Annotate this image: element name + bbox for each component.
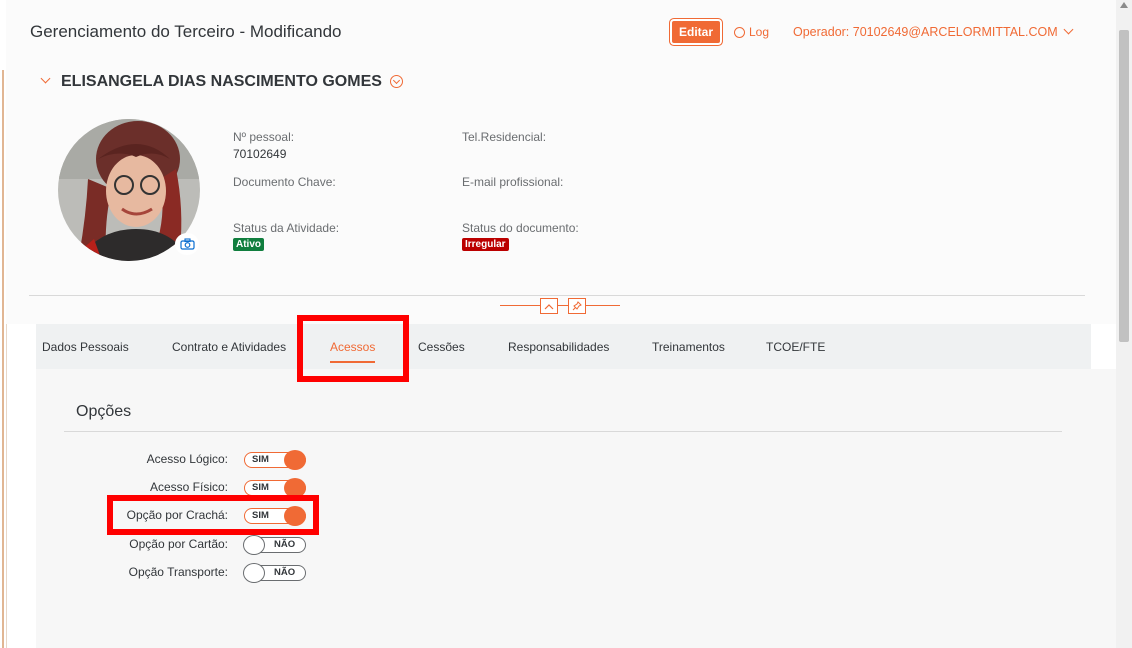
key-document-field: Documento Chave:	[233, 175, 336, 189]
header-divider-accent	[500, 305, 620, 306]
scroll-thumb[interactable]	[1119, 30, 1129, 342]
chevron-down-icon	[1063, 24, 1074, 35]
switch-state: NÃO	[274, 539, 296, 550]
work-email-label: E-mail profissional:	[462, 175, 564, 189]
left-edge-accent	[2, 70, 4, 648]
camera-button[interactable]	[175, 233, 199, 255]
operator-menu[interactable]: Operador: 70102649@ARCELORMITTAL.COM	[793, 24, 1074, 39]
activity-status-badge: Ativo	[233, 238, 264, 251]
activity-status-field: Status da Atividade: Ativo	[233, 221, 339, 251]
collapse-header-button[interactable]	[540, 298, 558, 314]
page-title: Gerenciamento do Terceiro - Modificando	[30, 22, 342, 41]
log-link[interactable]: Log	[734, 25, 769, 39]
header-divider	[29, 295, 1085, 296]
document-status-field: Status do documento: Irregular	[462, 221, 579, 251]
personal-number-label: Nº pessoal:	[233, 130, 295, 144]
opcao-cartao-switch[interactable]: NÃO	[243, 535, 306, 555]
toggle-label: Opção por Cartão:	[129, 537, 228, 551]
tab-dados-pessoais[interactable]: Dados Pessoais	[42, 324, 129, 369]
opcao-transporte-switch[interactable]: NÃO	[243, 563, 306, 583]
pin-header-button[interactable]	[568, 298, 586, 314]
person-name: ELISANGELA DIAS NASCIMENTO GOMES	[61, 73, 382, 90]
toggle-label: Acesso Lógico:	[146, 452, 228, 466]
toggle-label: Acesso Físico:	[149, 480, 228, 494]
tab-treinamentos[interactable]: Treinamentos	[652, 324, 725, 369]
home-phone-field: Tel.Residencial:	[462, 130, 546, 144]
toggle-row-acesso-logico: Acesso Lógico: SIM	[40, 450, 340, 470]
tab-bar: Dados Pessoais Contrato e Atividades Ace…	[36, 324, 1091, 369]
camera-icon	[179, 238, 195, 250]
user-search-icon	[734, 27, 745, 38]
log-label: Log	[749, 25, 770, 39]
switch-state: NÃO	[274, 567, 296, 578]
scrollbar[interactable]	[1116, 0, 1132, 648]
section-title: Opções	[76, 403, 132, 420]
document-status-badge: Irregular	[462, 238, 509, 251]
toggle-row-opcao-transporte: Opção Transporte: NÃO	[40, 563, 340, 583]
personal-number-field: Nº pessoal: 70102649	[233, 130, 294, 161]
operator-label: Operador: 70102649@ARCELORMITTAL.COM	[793, 25, 1058, 39]
switch-state: SIM	[252, 454, 269, 465]
activity-status-label: Status da Atividade:	[233, 221, 340, 235]
key-document-label: Documento Chave:	[233, 175, 336, 189]
acesso-logico-switch[interactable]: SIM	[244, 450, 306, 470]
toggle-label: Opção Transporte:	[128, 565, 228, 579]
toggle-row-opcao-cartao: Opção por Cartão: NÃO	[40, 535, 340, 555]
edit-button[interactable]: Editar	[672, 21, 721, 43]
pin-icon	[572, 301, 582, 311]
highlight-box-cracha	[107, 495, 319, 535]
highlight-box-tab	[297, 315, 409, 382]
tab-contrato-atividades[interactable]: Contrato e Atividades	[172, 324, 286, 369]
tab-tcoe-fte[interactable]: TCOE/FTE	[766, 324, 825, 369]
chevron-down-icon[interactable]	[40, 73, 51, 84]
personal-number-value: 70102649	[233, 147, 287, 161]
tab-responsabilidades[interactable]: Responsabilidades	[508, 324, 609, 369]
section-divider	[64, 431, 1062, 432]
circle-chevron-down-icon[interactable]	[389, 75, 403, 88]
person-name-row[interactable]: ELISANGELA DIAS NASCIMENTO GOMES	[40, 73, 403, 91]
scroll-up-icon[interactable]	[1120, 2, 1128, 8]
document-status-label: Status do documento:	[462, 221, 579, 235]
collapse-up-icon	[544, 303, 554, 309]
tab-cessoes[interactable]: Cessões	[418, 324, 465, 369]
work-email-field: E-mail profissional:	[462, 175, 563, 189]
home-phone-label: Tel.Residencial:	[462, 130, 547, 144]
switch-state: SIM	[252, 482, 269, 493]
